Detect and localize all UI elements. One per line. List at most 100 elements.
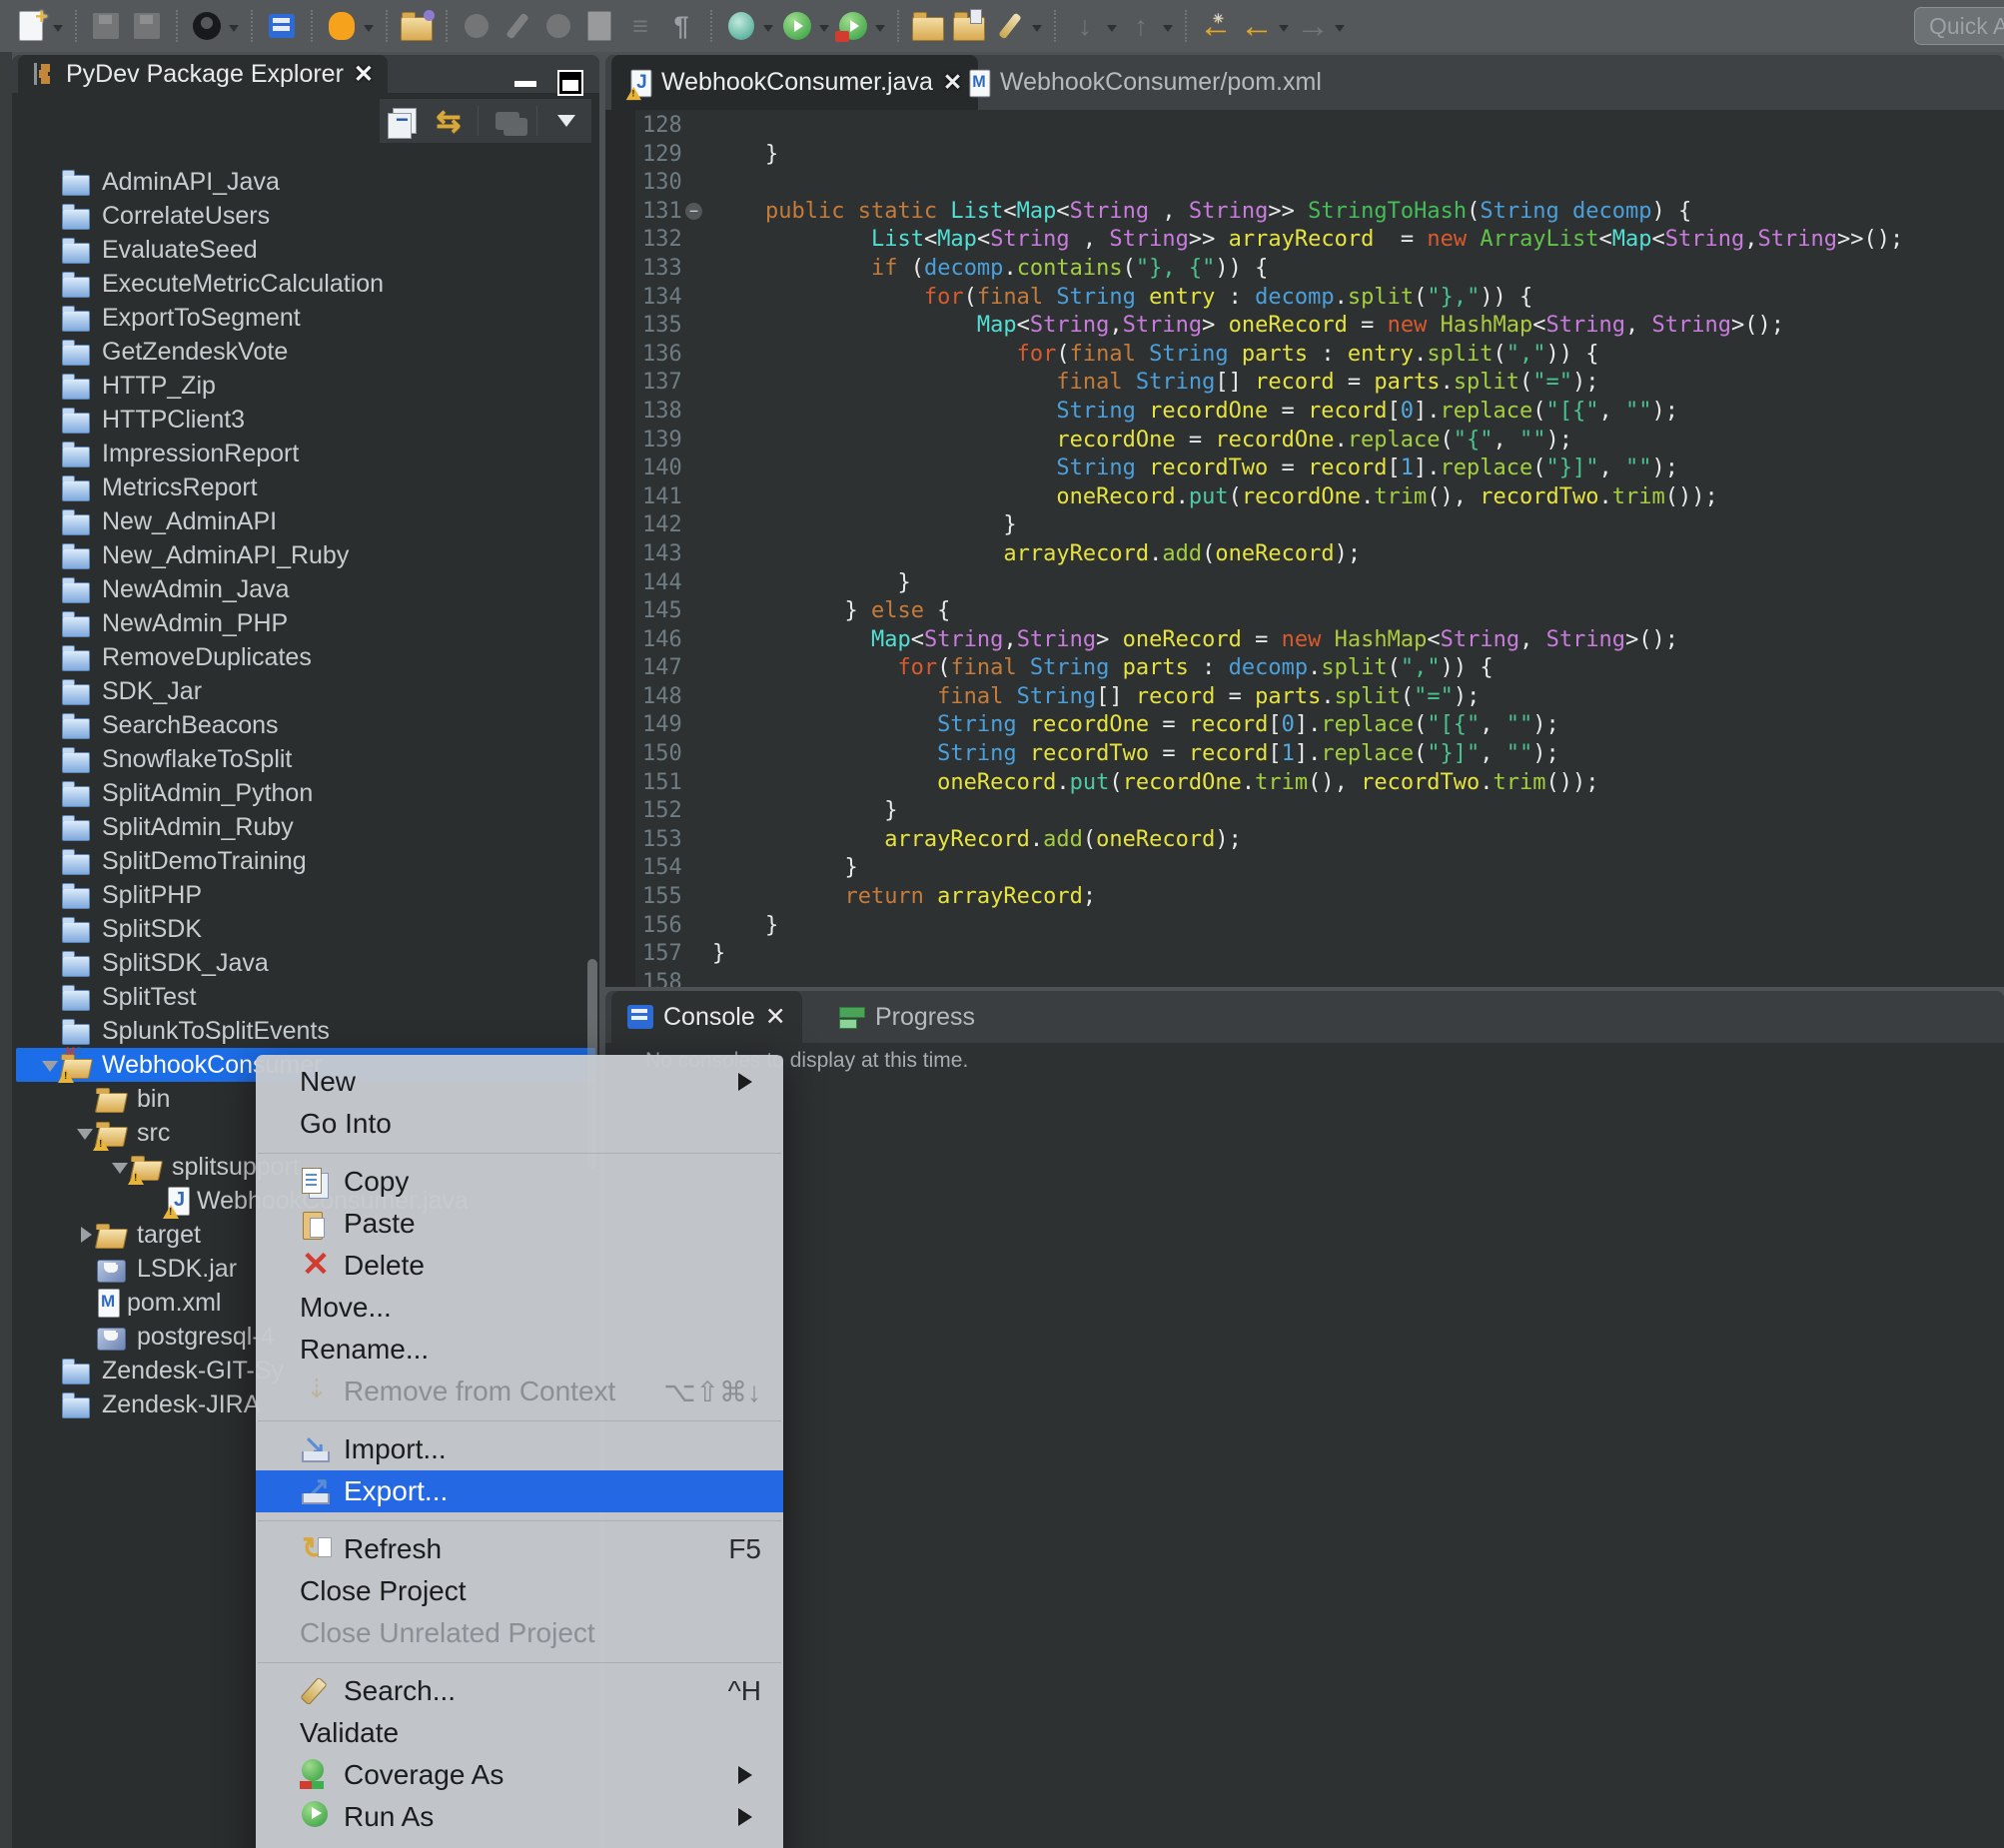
tree-item-httpclient3[interactable]: HTTPClient3 [16, 403, 595, 437]
dropdown-caret-icon[interactable] [819, 25, 829, 37]
tree-item-label: SplitPHP [102, 881, 202, 910]
tree-item-adminapi-java[interactable]: AdminAPI_Java [16, 165, 595, 199]
menu-item-go-into[interactable]: Go Into [256, 1103, 783, 1145]
tree-item-newadmin-java[interactable]: NewAdmin_Java [16, 572, 595, 606]
menu-item-move-[interactable]: Move... [256, 1287, 783, 1329]
dropdown-caret-icon[interactable] [1163, 25, 1173, 37]
dropdown-caret-icon[interactable] [1032, 25, 1042, 37]
project-folder-icon [60, 642, 94, 672]
tree-item-exporttosegment[interactable]: ExportToSegment [16, 301, 595, 335]
close-icon[interactable]: ✕ [765, 1002, 786, 1032]
tree-item-metricsreport[interactable]: MetricsReport [16, 470, 595, 504]
menu-item-close-unrelated-project: Close Unrelated Project [256, 1612, 783, 1654]
tree-item-snowflaketosplit[interactable]: SnowflakeToSplit [16, 742, 595, 776]
tab-console[interactable]: Console ✕ [611, 991, 802, 1043]
expand-arrow-icon[interactable] [110, 1157, 130, 1177]
tree-item-splitdemotraining[interactable]: SplitDemoTraining [16, 844, 595, 878]
tree-item-newadmin-php[interactable]: NewAdmin_PHP [16, 606, 595, 640]
tree-item-splitphp[interactable]: SplitPHP [16, 878, 595, 912]
menu-item-copy[interactable]: Copy [256, 1161, 783, 1203]
menu-item-search-[interactable]: Search...^H [256, 1670, 783, 1712]
code-line-139: 139 recordOne = recordOne.replace("{", "… [605, 427, 2004, 456]
dropdown-caret-icon[interactable] [53, 25, 63, 37]
tree-item-splittest[interactable]: SplitTest [16, 980, 595, 1014]
debug-icon[interactable] [724, 8, 758, 44]
tree-item-executemetriccalculation[interactable]: ExecuteMetricCalculation [16, 267, 595, 301]
code-area[interactable]: 128129 }130131− public static List<Map<S… [605, 112, 2004, 987]
tree-item-getzendeskvote[interactable]: GetZendeskVote [16, 335, 595, 369]
last-edit-location-icon[interactable]: ← [1199, 8, 1233, 44]
project-folder-icon [60, 167, 94, 197]
menu-item-import-[interactable]: Import... [256, 1428, 783, 1470]
tree-item-splitsdk[interactable]: SplitSDK [16, 912, 595, 946]
tree-item-correlateusers[interactable]: CorrelateUsers [16, 199, 595, 233]
tree-item-impressionreport[interactable]: ImpressionReport [16, 437, 595, 470]
mark-occurrences-icon[interactable] [993, 8, 1027, 44]
line-number: 152 [642, 797, 682, 826]
dropdown-caret-icon[interactable] [364, 25, 374, 37]
minimize-icon[interactable] [514, 81, 536, 87]
menu-item-run-as[interactable]: Run As [256, 1796, 783, 1838]
menu-item-paste[interactable]: Paste [256, 1203, 783, 1245]
expand-arrow-icon[interactable] [40, 1055, 60, 1075]
focus-task-icon[interactable] [493, 106, 522, 136]
user-profile-icon[interactable] [190, 8, 224, 44]
code-line-128: 128 [605, 112, 2004, 141]
menu-item-coverage-as[interactable]: Coverage As [256, 1754, 783, 1796]
menu-item-refresh[interactable]: RefreshF5 [256, 1528, 783, 1570]
open-clipboard-icon[interactable] [952, 8, 986, 44]
dropdown-caret-icon[interactable] [1107, 25, 1117, 37]
tab-package-explorer[interactable]: PyDev Package Explorer ✕ [18, 55, 388, 93]
pilcrow-icon[interactable]: ¶ [664, 8, 698, 44]
run-config-folder-icon[interactable] [400, 8, 434, 44]
tree-item-splitadmin-python[interactable]: SplitAdmin_Python [16, 776, 595, 810]
dropdown-caret-icon[interactable] [763, 25, 773, 37]
tree-item-label: New_AdminAPI_Ruby [102, 541, 349, 570]
tab-webhookconsumer-java[interactable]: WebhookConsumer.java ✕ [611, 55, 978, 110]
tree-item-http-zip[interactable]: HTTP_Zip [16, 369, 595, 403]
menu-item-export-[interactable]: Export... [256, 1470, 783, 1512]
tree-item-new-adminapi-ruby[interactable]: New_AdminAPI_Ruby [16, 538, 595, 572]
expand-arrow-icon[interactable] [75, 1123, 95, 1143]
maximize-icon[interactable] [557, 70, 583, 96]
menu-item-rename-[interactable]: Rename... [256, 1329, 783, 1371]
tree-item-splunktosplitevents[interactable]: SplunkToSplitEvents [16, 1014, 595, 1048]
tree-item-sdk-jar[interactable]: SDK_Jar [16, 674, 595, 708]
menu-item-validate[interactable]: Validate [256, 1712, 783, 1754]
close-icon[interactable]: ✕ [354, 60, 374, 89]
tree-item-removeduplicates[interactable]: RemoveDuplicates [16, 640, 595, 674]
dropdown-caret-icon[interactable] [1279, 25, 1289, 37]
run-external-icon[interactable] [836, 8, 870, 44]
menu-item-new[interactable]: New [256, 1061, 783, 1103]
project-folder-icon [60, 201, 94, 231]
collapse-arrow-icon[interactable] [75, 1225, 95, 1245]
collapse-all-icon[interactable] [390, 106, 420, 136]
tree-item-splitadmin-ruby[interactable]: SplitAdmin_Ruby [16, 810, 595, 844]
console-view-icon[interactable] [265, 8, 299, 44]
tree-item-searchbeacons[interactable]: SearchBeacons [16, 708, 595, 742]
link-with-editor-icon[interactable]: ⇆ [434, 106, 464, 136]
testng-icon[interactable] [325, 8, 359, 44]
tree-item-splitsdk-java[interactable]: SplitSDK_Java [16, 946, 595, 980]
menu-item-close-project[interactable]: Close Project [256, 1570, 783, 1612]
quick-access-input[interactable]: Quick Access [1914, 7, 2004, 45]
open-folder-icon[interactable] [911, 8, 945, 44]
dropdown-caret-icon[interactable] [875, 25, 885, 37]
new-wizard-icon[interactable] [14, 8, 48, 44]
arrow-spacer [40, 715, 60, 735]
back-icon[interactable]: ← [1240, 8, 1274, 44]
fold-marker-icon[interactable]: − [685, 203, 702, 220]
tab-progress[interactable]: Progress [823, 991, 991, 1043]
tab-pom-xml[interactable]: WebhookConsumer/pom.xml [950, 55, 1338, 110]
code-line-158: 158 [605, 969, 2004, 987]
code-line-140: 140 String recordTwo = record[1].replace… [605, 455, 2004, 483]
dropdown-caret-icon[interactable] [1335, 25, 1345, 37]
dropdown-caret-icon[interactable] [229, 25, 239, 37]
tree-item-new-adminapi[interactable]: New_AdminAPI [16, 504, 595, 538]
line-number: 128 [642, 112, 682, 141]
run-icon[interactable] [780, 8, 814, 44]
menu-item-delete[interactable]: ✕Delete [256, 1245, 783, 1287]
tree-item-label: bin [137, 1085, 170, 1114]
view-menu-icon[interactable] [551, 106, 581, 136]
tree-item-evaluateseed[interactable]: EvaluateSeed [16, 233, 595, 267]
